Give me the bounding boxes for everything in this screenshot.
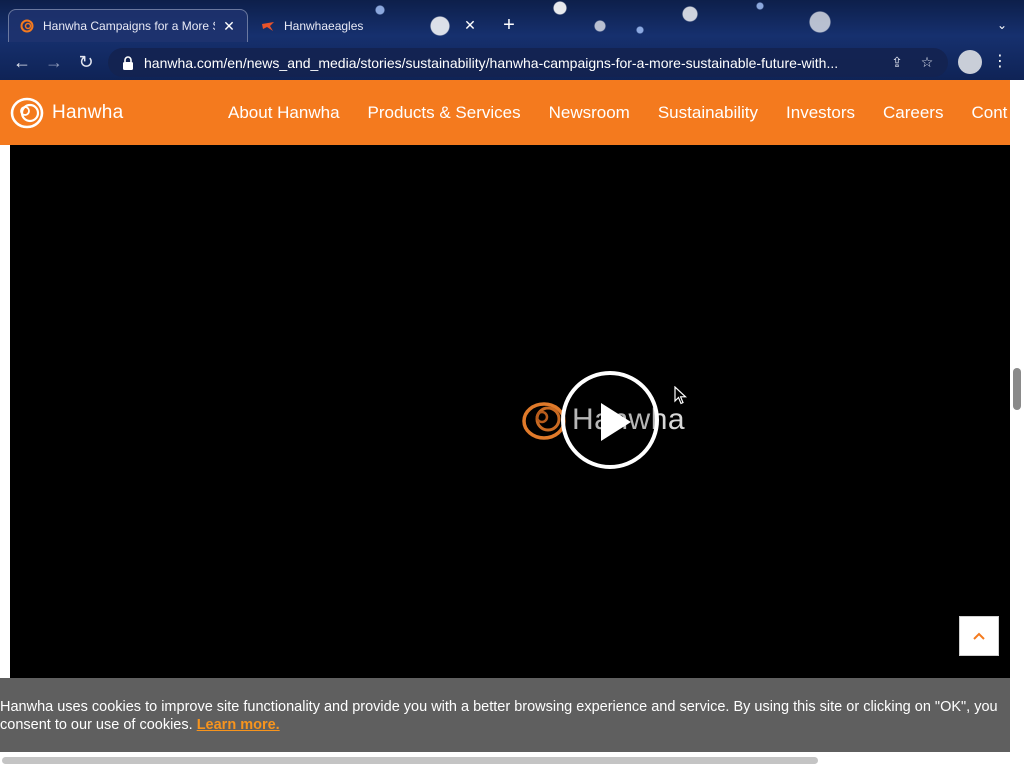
tab-title: Hanwha Campaigns for a More Sustainable … <box>43 19 215 33</box>
learn-more-link[interactable]: Learn more. <box>197 717 280 733</box>
browser-tab-active[interactable]: Hanwha Campaigns for a More Sustainable … <box>8 9 248 42</box>
back-icon[interactable]: ← <box>10 50 34 74</box>
cookie-message: Hanwha uses cookies to improve site func… <box>0 699 998 733</box>
reload-icon[interactable]: ↻ <box>74 50 98 74</box>
hanwha-logo-icon <box>10 97 44 129</box>
play-button[interactable] <box>561 371 659 469</box>
chevron-up-icon <box>973 632 985 640</box>
browser-menu-icon[interactable]: ⋮ <box>990 50 1010 74</box>
address-bar[interactable]: hanwha.com/en/news_and_media/stories/sus… <box>108 48 948 77</box>
nav-newsroom[interactable]: Newsroom <box>549 103 630 123</box>
cookie-message-block: Hanwha uses cookies to improve site func… <box>0 698 1010 734</box>
logo-wordmark: Hanwha <box>52 102 124 123</box>
browser-toolbar: ← → ↻ hanwha.com/en/news_and_media/stori… <box>0 44 1024 80</box>
new-tab-button[interactable]: + <box>498 14 520 36</box>
profile-avatar[interactable] <box>958 50 982 74</box>
vertical-scrollbar-thumb[interactable] <box>1013 368 1021 410</box>
horizontal-scrollbar-thumb[interactable] <box>2 757 818 764</box>
url-text: hanwha.com/en/news_and_media/stories/sus… <box>144 54 839 71</box>
nav-contact[interactable]: Cont <box>971 103 1007 123</box>
tab-title: Hanwhaeagles <box>284 18 364 33</box>
share-icon[interactable]: ⇪ <box>886 54 908 71</box>
nav-careers[interactable]: Careers <box>883 103 943 123</box>
hanwha-logo[interactable]: Hanwha <box>10 96 124 130</box>
close-tab-icon[interactable]: ✕ <box>221 18 237 35</box>
main-content: Hanwha <box>0 145 1010 685</box>
bookmark-star-icon[interactable]: ☆ <box>916 54 938 71</box>
mouse-cursor-icon <box>674 386 688 405</box>
play-icon <box>601 403 631 441</box>
nav-sustainability[interactable]: Sustainability <box>658 103 758 123</box>
tab-search-button[interactable]: ⌄ <box>992 15 1012 35</box>
hanwha-favicon-icon <box>19 18 35 34</box>
close-tab-icon[interactable]: ✕ <box>462 17 478 34</box>
browser-chrome: Hanwha Campaigns for a More Sustainable … <box>0 0 1024 80</box>
vertical-scrollbar[interactable] <box>1010 80 1024 752</box>
site-header: Hanwha About Hanwha Products & Services … <box>0 80 1010 145</box>
eagles-favicon-icon <box>260 18 276 34</box>
main-nav: About Hanwha Products & Services Newsroo… <box>228 80 1010 145</box>
back-to-top-button[interactable] <box>959 616 999 656</box>
horizontal-scrollbar[interactable] <box>0 752 1024 768</box>
nav-about-hanwha[interactable]: About Hanwha <box>228 103 340 123</box>
cookie-banner: Hanwha uses cookies to improve site func… <box>0 678 1010 752</box>
forward-icon[interactable]: → <box>42 50 66 74</box>
video-player[interactable]: Hanwha <box>10 145 1010 685</box>
nav-investors[interactable]: Investors <box>786 103 855 123</box>
nav-products-services[interactable]: Products & Services <box>368 103 521 123</box>
browser-tab[interactable]: Hanwhaeagles ✕ <box>250 9 488 42</box>
lock-icon <box>123 55 133 70</box>
